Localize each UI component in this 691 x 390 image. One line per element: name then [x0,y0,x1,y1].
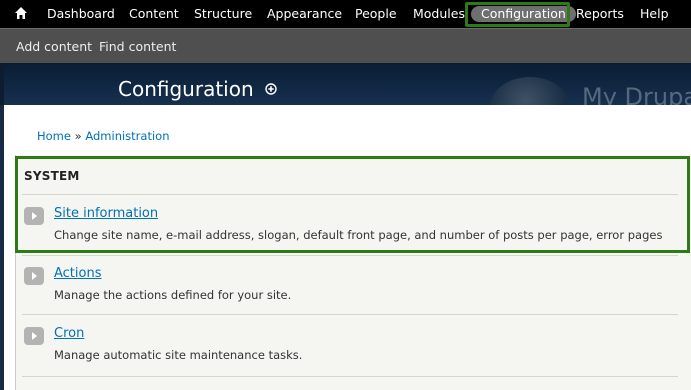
toolbar-item-help[interactable]: Help [640,0,669,28]
breadcrumb-administration[interactable]: Administration [85,129,169,143]
shortcut-find-content[interactable]: Find content [99,29,176,64]
item-divider [22,376,678,377]
cron-description: Manage automatic site maintenance tasks. [54,348,303,362]
shortcuts-bar: Add content Find content [0,28,691,63]
item-divider [22,255,678,256]
toolbar-item-appearance[interactable]: Appearance [267,0,342,28]
toolbar-item-people[interactable]: People [355,0,397,28]
shortcut-add-content[interactable]: Add content [16,29,92,64]
site-name[interactable]: My Drupal [582,83,691,105]
admin-item-actions: Actions Manage the actions defined for y… [22,259,678,314]
configuration-highlight-frame [465,2,570,27]
toolbar-item-content[interactable]: Content [129,0,179,28]
admin-toolbar: Dashboard Content Structure Appearance P… [0,0,691,28]
breadcrumb: Home » Administration [37,129,169,143]
cron-link[interactable]: Cron [54,326,84,341]
toolbar-item-reports[interactable]: Reports [576,0,624,28]
admin-item-cron: Cron Manage automatic site maintenance t… [22,319,678,374]
actions-description: Manage the actions defined for your site… [54,288,292,302]
home-icon[interactable] [14,6,28,20]
breadcrumb-separator: » [74,129,82,143]
page-title: Configuration [118,77,254,101]
breadcrumb-home[interactable]: Home [37,129,71,143]
system-highlight-frame [15,156,690,253]
actions-link[interactable]: Actions [54,266,102,281]
toolbar-item-dashboard[interactable]: Dashboard [47,0,115,28]
expand-arrow-icon[interactable] [24,267,44,285]
toolbar-item-structure[interactable]: Structure [194,0,252,28]
expand-arrow-icon[interactable] [24,327,44,345]
site-logo [490,77,570,105]
toolbar-item-modules[interactable]: Modules [413,0,465,28]
page-header: My Drupal Configuration [0,63,691,105]
item-divider [22,314,678,315]
header-edge [0,63,4,105]
plus-circle-icon[interactable] [265,83,277,95]
